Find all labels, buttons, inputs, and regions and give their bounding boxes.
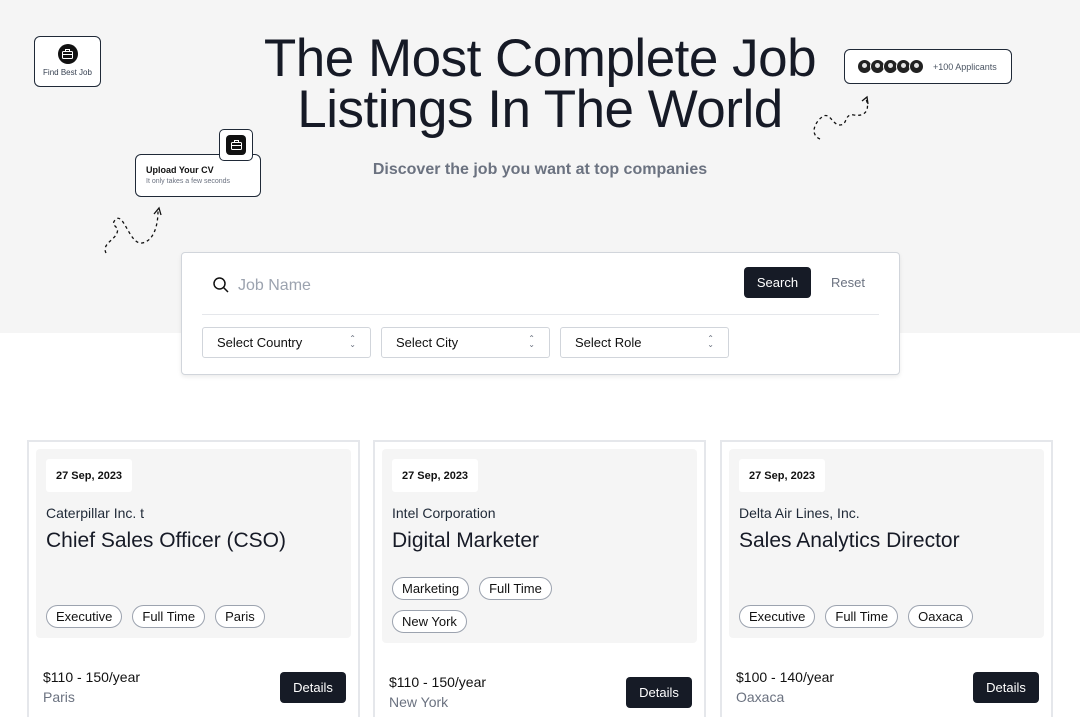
country-select[interactable]: Select Country ⌃ ⌄ [202, 327, 371, 358]
role-select[interactable]: Select Role ⌃ ⌄ [560, 327, 729, 358]
applicants-badge: +100 Applicants [844, 49, 1012, 84]
chevron-updown-icon: ⌃ ⌄ [349, 334, 356, 349]
job-location: New York [389, 694, 449, 710]
search-button[interactable]: Search [744, 267, 811, 298]
job-tag: Executive [46, 605, 123, 628]
job-title: Chief Sales Officer (CSO) [46, 529, 287, 552]
job-date: 27 Sep, 2023 [739, 459, 826, 492]
role-select-label: Select Role [575, 335, 642, 350]
upload-cv-subtitle: It only takes a few seconds [146, 178, 231, 185]
company-name: Delta Air Lines, Inc. [739, 505, 860, 521]
applicant-avatars [857, 59, 924, 74]
job-tag: Oaxaca [908, 605, 973, 628]
chevron-updown-icon: ⌃ ⌄ [528, 334, 535, 349]
job-tag: Full Time [825, 605, 899, 628]
details-button[interactable]: Details [973, 672, 1039, 703]
job-tag: Full Time [479, 577, 552, 600]
reset-button[interactable]: Reset [826, 267, 870, 298]
dashed-arrow-icon [813, 95, 869, 140]
job-salary: $100 - 140/year [736, 669, 835, 685]
avatar [909, 59, 924, 74]
upload-cv-icon-box [219, 129, 253, 161]
applicants-count: +100 Applicants [933, 61, 997, 72]
find-best-job-badge: Find Best Job [34, 36, 101, 87]
job-card: 27 Sep, 2023 Caterpillar Inc. t Chief Sa… [27, 440, 360, 717]
job-tag: Marketing [392, 577, 470, 600]
briefcase-icon [226, 135, 246, 155]
job-tag: New York [392, 610, 467, 633]
page-title-line-2: Listings In The World [297, 80, 783, 139]
city-select[interactable]: Select City ⌃ ⌄ [381, 327, 550, 358]
search-panel: Search Reset Select Country ⌃⌄ Select Ci… [181, 252, 900, 375]
job-tags: Executive Full Time Oaxaca [739, 605, 1039, 628]
briefcase-icon [57, 44, 78, 64]
details-button[interactable]: Details [280, 672, 346, 703]
job-name-input[interactable] [238, 273, 708, 299]
job-location: Oaxaca [736, 689, 785, 705]
details-button[interactable]: Details [626, 677, 692, 708]
job-tag: Executive [739, 605, 816, 628]
job-tag: Full Time [132, 605, 206, 628]
job-salary: $110 - 150/year [389, 674, 487, 690]
job-card: 27 Sep, 2023 Intel Corporation Digital M… [373, 440, 706, 717]
job-location: Paris [43, 689, 75, 705]
search-icon [213, 277, 229, 293]
job-card-header: 27 Sep, 2023 Caterpillar Inc. t Chief Sa… [36, 449, 351, 638]
company-name: Intel Corporation [392, 505, 496, 521]
chevron-updown-icon: ⌃ ⌄ [707, 334, 714, 349]
job-tags: Executive Full Time Paris [46, 605, 346, 628]
job-card-header: 27 Sep, 2023 Delta Air Lines, Inc. Sales… [729, 449, 1044, 638]
job-card-header: 27 Sep, 2023 Intel Corporation Digital M… [382, 449, 697, 643]
upload-cv-title: Upload Your CV [146, 165, 214, 175]
job-salary: $110 - 150/year [43, 669, 141, 685]
dashed-arrow-icon [104, 206, 162, 254]
city-select-label: Select City [396, 335, 459, 350]
find-best-job-label: Find Best Job [43, 68, 92, 77]
country-select-label: Select Country [217, 335, 303, 350]
divider [202, 314, 879, 315]
job-tags: Marketing Full Time New York [392, 577, 592, 633]
job-date: 27 Sep, 2023 [392, 459, 479, 492]
job-date: 27 Sep, 2023 [46, 459, 133, 492]
company-name: Caterpillar Inc. t [46, 505, 145, 521]
job-card: 27 Sep, 2023 Delta Air Lines, Inc. Sales… [720, 440, 1053, 717]
job-title: Digital Marketer [392, 529, 540, 552]
job-tag: Paris [215, 605, 265, 628]
job-title: Sales Analytics Director [739, 529, 960, 552]
